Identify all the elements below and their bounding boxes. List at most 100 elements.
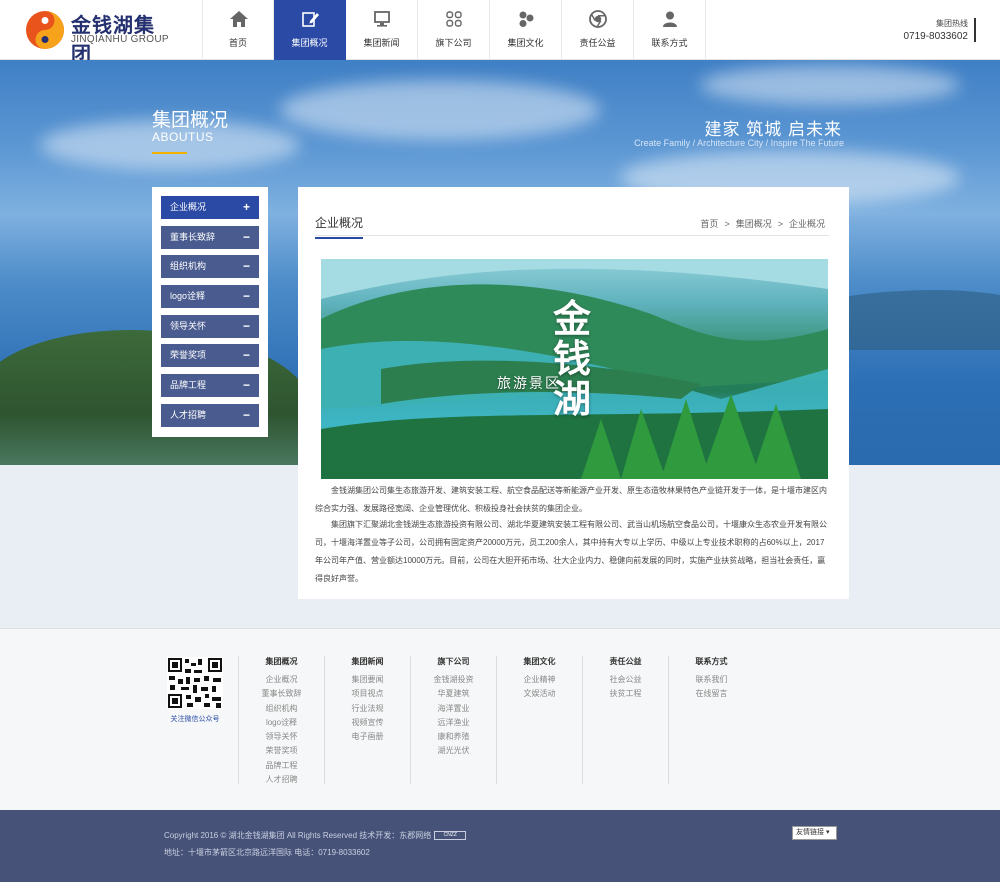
footer-link[interactable]: 人才招聘 [239,773,324,787]
footer-link[interactable]: 文娱活动 [497,687,582,701]
sidebar-item-organization[interactable]: 组织机构 − [161,255,259,279]
intro-paragraph-1: 金钱湖集团公司集生态旅游开发、建筑安装工程、航空食品配送等新能源产业开发、原生态… [315,486,827,513]
footer-col-title[interactable]: 集团文化 [497,656,582,667]
site-header: 金钱湖集团 JINQIANHU GROUP 首页 集团概况 集团新闻 旗下公司 … [0,0,1000,66]
nav-item-charity[interactable]: 责任公益 [562,0,634,60]
sidebar-item-chairman[interactable]: 董事长致辞 − [161,225,259,249]
sidebar-item-label: 组织机构 [170,261,207,272]
expand-icon: + [242,200,250,214]
logo-mark-icon [26,11,64,49]
footer-link[interactable]: 视频宣传 [325,716,410,730]
sidebar-item-careers[interactable]: 人才招聘 − [161,403,259,427]
sidebar-item-leaders[interactable]: 领导关怀 − [161,314,259,338]
footer-link[interactable]: 金钱湖投资 [411,673,496,687]
chrome-icon [589,10,607,28]
nav-item-culture[interactable]: 集团文化 [490,0,562,60]
collapse-icon: − [242,407,250,422]
nav-item-news[interactable]: 集团新闻 [346,0,418,60]
sidebar-item-label: 领导关怀 [170,320,207,331]
sidebar-item-label: logo诠释 [170,291,206,302]
nav-item-companies[interactable]: 旗下公司 [418,0,490,60]
breadcrumb: 首页 > 集团概况 > 企业概况 [697,217,828,230]
footer-link[interactable]: 社会公益 [583,673,668,687]
friend-links-select[interactable]: 友情链接 ▾ [792,826,837,840]
nav-label: 联系方式 [651,38,688,48]
footer-link[interactable]: 华夏建筑 [411,687,496,701]
collapse-icon: − [242,348,250,363]
footer-link[interactable]: 海洋置业 [411,702,496,716]
footer-links: 关注微信公众号 集团概况 企业概况 董事长致辞 组织机构 logo诠释 领导关怀… [0,628,1000,810]
footer-col-about: 集团概况 企业概况 董事长致辞 组织机构 logo诠释 领导关怀 荣誉奖项 品牌… [238,656,324,784]
collapse-icon: − [242,229,250,244]
footer-link[interactable]: 集团要闻 [325,673,410,687]
banner-accent-line [152,152,187,154]
sidebar-item-label: 企业概况 [170,202,207,212]
sidebar-item-overview[interactable]: 企业概况 + [161,196,259,219]
footer-col-title[interactable]: 集团概况 [239,656,324,667]
circles-icon [519,11,534,27]
sidebar-item-honors[interactable]: 荣誉奖项 − [161,344,259,368]
footer-link[interactable]: 荣誉奖项 [239,744,324,758]
nav-label: 首页 [228,38,247,48]
footer-col-news: 集团新闻 集团要闻 项目视点 行业法规 视频宣传 电子画册 [324,656,410,784]
sidebar-item-label: 荣誉奖项 [170,350,207,361]
nav-item-home[interactable]: 首页 [202,0,274,60]
footer-link[interactable]: 品牌工程 [239,759,324,773]
collapse-icon: − [242,318,250,333]
sidebar-item-label: 人才招聘 [170,409,207,420]
banner-cloud [280,80,600,140]
edit-icon [302,12,319,27]
logo[interactable]: 金钱湖集团 JINQIANHU GROUP [24,7,174,66]
qr-code-icon [167,657,223,709]
breadcrumb-current: 企业概况 [788,219,825,229]
qr-label: 关注微信公众号 [170,716,220,723]
footer-link[interactable]: 康和养殖 [411,730,496,744]
home-icon [230,11,248,27]
footer-col-title[interactable]: 旗下公司 [411,656,496,667]
footer-link[interactable]: 董事长致辞 [239,687,324,701]
cnzz-badge[interactable]: CNZZ [434,831,467,841]
intro-paragraph-2: 集团旗下汇聚湖北金钱湖生态旅游投资有限公司、湖北华夏建筑安装工程有限公司、武当山… [315,520,827,583]
nav-label: 集团概况 [291,38,328,48]
address-line: 地址：十堰市茅箭区北京路远洋国际 电话：0719-8033602 [164,848,370,857]
nav-item-about[interactable]: 集团概况 [274,0,346,60]
sidebar-item-logo[interactable]: logo诠释 − [161,285,259,309]
footer-link[interactable]: 企业精神 [497,673,582,687]
breadcrumb-home[interactable]: 首页 [700,219,718,229]
sidebar-item-label: 品牌工程 [170,380,207,391]
nav-item-contact[interactable]: 联系方式 [634,0,706,60]
footer-link[interactable]: 企业概况 [239,673,324,687]
footer-col-culture: 集团文化 企业精神 文娱活动 [496,656,582,784]
copyright-line: Copyright 2016 © 湖北金钱湖集团 All Rights Rese… [164,830,467,841]
banner-slogan: 建家 筑城 启未来 [704,120,842,139]
footer-link[interactable]: 在线留言 [669,687,754,701]
footer-col-companies: 旗下公司 金钱湖投资 华夏建筑 海洋置业 远洋渔业 康和养殖 湖光光伏 [410,656,496,784]
footer-link[interactable]: 电子画册 [325,730,410,744]
breadcrumb-about[interactable]: 集团概况 [736,219,772,229]
hotline: 集团热线 0719-8033602 [903,18,976,42]
footer-link[interactable]: 领导关怀 [239,730,324,744]
footer-link[interactable]: 行业法规 [325,702,410,716]
footer-col-title[interactable]: 责任公益 [583,656,668,667]
collapse-icon: − [242,259,250,274]
copyright-text: Copyright 2016 © 湖北金钱湖集团 All Rights Rese… [164,831,432,840]
footer-link[interactable]: 联系我们 [669,673,754,687]
footer-link[interactable]: 项目视点 [325,687,410,701]
footer-col-contact: 联系方式 联系我们 在线留言 [668,656,754,784]
footer-link[interactable]: 湖光光伏 [411,744,496,758]
collapse-icon: − [242,378,250,393]
footer-link[interactable]: 远洋渔业 [411,716,496,730]
copyright-bar: Copyright 2016 © 湖北金钱湖集团 All Rights Rese… [0,810,1000,882]
banner-cloud [700,65,960,105]
footer-link[interactable]: logo诠释 [239,716,324,730]
banner-title: 集团概况 [152,110,229,131]
banner-slogan-en: Create Family / Architecture City / Insp… [634,138,844,148]
footer-link[interactable]: 组织机构 [239,702,324,716]
footer-col-title[interactable]: 联系方式 [669,656,754,667]
footer-link[interactable]: 扶贫工程 [583,687,668,701]
sidebar-item-brand[interactable]: 品牌工程 − [161,374,259,398]
breadcrumb-separator: > [777,219,783,229]
nav-label: 旗下公司 [435,38,472,48]
user-icon [663,11,677,27]
footer-col-title[interactable]: 集团新闻 [325,656,410,667]
